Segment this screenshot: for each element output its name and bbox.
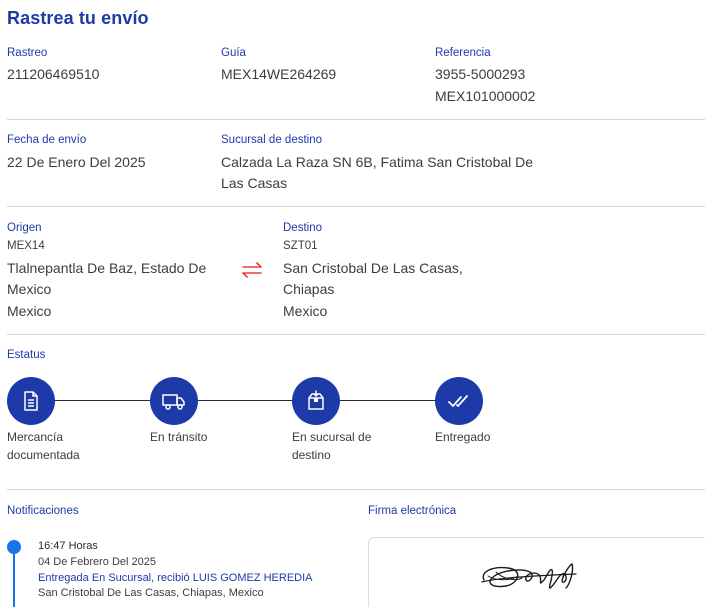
- page-title: Rastrea tu envío: [7, 8, 149, 28]
- divider: [7, 489, 705, 490]
- step-label-line: destino: [292, 448, 331, 462]
- status-timeline-line: [31, 400, 459, 401]
- truck-icon: [162, 394, 185, 410]
- electronic-signature-image: [481, 563, 577, 589]
- origen-line-1: Tlalnepantla De Baz, Estado De: [7, 260, 207, 276]
- fecha-envio-label: Fecha de envío: [7, 134, 87, 146]
- divider: [7, 334, 705, 335]
- divider: [7, 206, 705, 207]
- guia-label: Guía: [221, 47, 246, 59]
- notificaciones-label: Notificaciones: [7, 505, 79, 517]
- referencia-value-2: MEX101000002: [435, 88, 536, 104]
- notification-time: 16:47 Horas: [38, 540, 98, 552]
- notification-dot: [7, 540, 21, 554]
- destino-line-2: Chiapas: [283, 281, 335, 297]
- swap-arrows-icon: [242, 262, 262, 278]
- divider: [7, 119, 705, 120]
- step-label-line: En tránsito: [150, 430, 208, 444]
- step-en-sucursal-de-destino: [292, 377, 340, 425]
- fecha-envio-value: 22 De Enero Del 2025: [7, 154, 146, 170]
- origen-label: Origen: [7, 222, 42, 234]
- package-icon: [308, 390, 324, 410]
- origen-line-2: Mexico: [7, 281, 52, 297]
- referencia-value-1: 3955-5000293: [435, 66, 526, 82]
- step-en-transito: [150, 377, 198, 425]
- notification-event: Entregada En Sucursal, recibió LUIS GOME…: [38, 572, 313, 584]
- destino-line-1: San Cristobal De Las Casas,: [283, 260, 463, 276]
- sucursal-destino-label: Sucursal de destino: [221, 134, 323, 146]
- step-entregado: [435, 377, 483, 425]
- rastreo-value: 211206469510: [7, 66, 100, 82]
- step-label: Mercancía documentada: [7, 428, 80, 464]
- notification-date: 04 De Febrero Del 2025: [38, 556, 157, 568]
- notification-place: San Cristobal De Las Casas, Chiapas, Mex…: [38, 587, 264, 599]
- step-label: En sucursal de destino: [292, 428, 371, 464]
- origen-code: MEX14: [7, 240, 45, 252]
- step-label-line: Entregado: [435, 430, 491, 444]
- step-label-line: En sucursal de: [292, 430, 372, 444]
- estatus-label: Estatus: [7, 349, 46, 361]
- sucursal-destino-line-1: Calzada La Raza SN 6B, Fatima San Cristo…: [221, 154, 534, 170]
- sucursal-destino-line-2: Las Casas: [221, 175, 288, 191]
- step-label-line: Mercancía: [7, 430, 64, 444]
- destino-code: SZT01: [283, 240, 318, 252]
- step-label: En tránsito: [150, 428, 207, 446]
- document-icon: [24, 391, 38, 411]
- referencia-label: Referencia: [435, 47, 491, 59]
- notification-timeline-line: [13, 554, 15, 607]
- double-check-icon: [448, 395, 468, 407]
- firma-label: Firma electrónica: [368, 505, 457, 517]
- destino-country: Mexico: [283, 303, 328, 319]
- step-mercancia-documentada: [7, 377, 55, 425]
- rastreo-label: Rastreo: [7, 47, 48, 59]
- destino-label: Destino: [283, 222, 322, 234]
- step-label-line: documentada: [7, 448, 80, 462]
- step-label: Entregado: [435, 428, 490, 446]
- guia-value: MEX14WE264269: [221, 66, 337, 82]
- origen-country: Mexico: [7, 303, 52, 319]
